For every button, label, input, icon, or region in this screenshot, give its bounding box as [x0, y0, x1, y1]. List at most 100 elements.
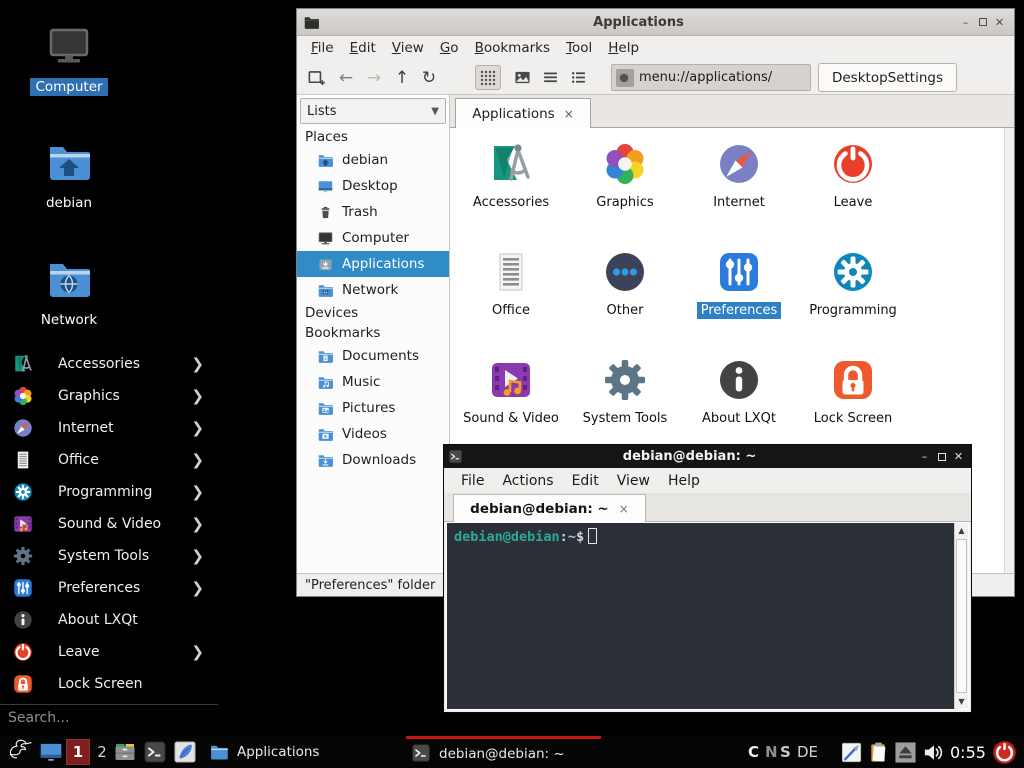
terminal-screen[interactable]: debian@debian:~$	[447, 523, 954, 709]
terminal-menu-help[interactable]: Help	[659, 473, 709, 489]
minimize-button[interactable]: –	[957, 15, 974, 30]
forward-button[interactable]: →	[361, 65, 387, 90]
close-button[interactable]: ✕	[991, 15, 1008, 30]
sidebar-item-trash[interactable]: Trash	[297, 199, 449, 225]
compact-view-button[interactable]	[537, 65, 563, 90]
task-button-debian-debian[interactable]: debian@debian: ~	[406, 736, 601, 768]
menu-item-lock-screen[interactable]: Lock Screen	[0, 668, 218, 700]
main-menu-button[interactable]	[6, 738, 34, 766]
new-tab-button[interactable]	[303, 65, 329, 90]
sidebar-section-places[interactable]: Places	[297, 127, 449, 147]
desktop-icon-network[interactable]: Network	[21, 255, 117, 329]
terminal-titlebar[interactable]: debian@debian: ~ – ✕	[444, 445, 971, 468]
terminal-menu-actions[interactable]: Actions	[493, 473, 562, 489]
maximize-button[interactable]	[933, 449, 950, 464]
menu-search-input[interactable]	[0, 705, 218, 731]
tray-eject-button[interactable]	[893, 740, 917, 764]
tab-applications[interactable]: Applications ×	[455, 98, 591, 128]
menu-item-accessories[interactable]: Accessories❯	[0, 348, 218, 380]
app-item-internet[interactable]: Internet	[683, 140, 795, 211]
app-item-leave[interactable]: Leave	[797, 140, 909, 211]
app-item-system-tools[interactable]: System Tools	[569, 356, 681, 427]
menu-item-preferences[interactable]: Preferences❯	[0, 572, 218, 604]
sidebar-item-videos[interactable]: Videos	[297, 421, 449, 447]
up-button[interactable]: ↑	[389, 65, 415, 90]
kbd-indicator-n[interactable]: N	[765, 736, 778, 768]
sidebar-item-network[interactable]: Network	[297, 277, 449, 303]
tray-screenshot-button[interactable]	[839, 740, 863, 764]
sidebar-item-applications[interactable]: Applications	[297, 251, 449, 277]
app-item-graphics[interactable]: Graphics	[569, 140, 681, 211]
menu-item-internet[interactable]: Internet❯	[0, 412, 218, 444]
refresh-button[interactable]: ↻	[416, 65, 442, 90]
thumbnail-view-button[interactable]	[509, 65, 535, 90]
sidebar-item-debian[interactable]: debian	[297, 147, 449, 173]
quick-launch-file-manager[interactable]	[112, 739, 138, 765]
fm-menu-tool[interactable]: Tool	[558, 40, 600, 56]
fm-menu-view[interactable]: View	[384, 40, 432, 56]
sidebar-item-music[interactable]: Music	[297, 369, 449, 395]
detailed-view-button[interactable]	[565, 65, 591, 90]
scroll-up-icon[interactable]: ▲	[955, 523, 968, 538]
maximize-button[interactable]	[974, 15, 991, 30]
app-item-office[interactable]: Office	[455, 248, 567, 319]
close-button[interactable]: ✕	[950, 449, 967, 464]
fm-menu-help[interactable]: Help	[600, 40, 647, 56]
app-item-sound-video[interactable]: Sound & Video	[455, 356, 567, 427]
app-item-accessories[interactable]: Accessories	[455, 140, 567, 211]
vertical-scrollbar[interactable]	[1004, 128, 1014, 573]
desktop-icon-debian[interactable]: debian	[21, 138, 117, 212]
sidebar-item-desktop[interactable]: Desktop	[297, 173, 449, 199]
kbd-indicator-s[interactable]: S	[780, 736, 791, 768]
tray-volume-button[interactable]	[921, 740, 945, 764]
scroll-down-icon[interactable]: ▼	[955, 694, 968, 709]
clock[interactable]: 0:55	[950, 736, 986, 768]
app-item-other[interactable]: Other	[569, 248, 681, 319]
address-bar[interactable]: menu://applications/	[611, 64, 811, 91]
task-button-applications[interactable]: Applications	[204, 736, 399, 768]
kbd-indicator-c[interactable]: C	[748, 736, 759, 768]
menu-item-office[interactable]: Office❯	[0, 444, 218, 476]
lists-combobox[interactable]: Lists ▼	[300, 98, 446, 124]
app-item-about-lxqt[interactable]: About LXQt	[683, 356, 795, 427]
file-manager-titlebar[interactable]: Applications – ✕	[297, 9, 1014, 36]
desktop-settings-button[interactable]: DesktopSettings	[818, 63, 957, 92]
terminal-menu-file[interactable]: File	[452, 473, 493, 489]
sidebar-section-devices[interactable]: Devices	[297, 303, 449, 323]
fm-menu-edit[interactable]: Edit	[342, 40, 384, 56]
minimize-button[interactable]: –	[916, 449, 933, 464]
back-button[interactable]: ←	[333, 65, 359, 90]
terminal-menu-view[interactable]: View	[608, 473, 659, 489]
sidebar-item-pictures[interactable]: Pictures	[297, 395, 449, 421]
sidebar-section-bookmarks[interactable]: Bookmarks	[297, 323, 449, 343]
fm-menu-bookmarks[interactable]: Bookmarks	[467, 40, 558, 56]
show-desktop-button[interactable]	[38, 740, 64, 764]
fm-menu-go[interactable]: Go	[432, 40, 467, 56]
sidebar-item-computer[interactable]: Computer	[297, 225, 449, 251]
menu-item-sound-video[interactable]: Sound & Video❯	[0, 508, 218, 540]
workspace-2-button[interactable]: 2	[94, 739, 110, 765]
quick-launch-terminal[interactable]	[142, 739, 168, 765]
icon-view-button[interactable]	[475, 65, 501, 90]
keyboard-layout-indicator[interactable]: DE	[797, 736, 818, 768]
menu-item-programming[interactable]: Programming❯	[0, 476, 218, 508]
quick-launch-text-editor[interactable]	[172, 739, 198, 765]
menu-item-about-lxqt[interactable]: About LXQt	[0, 604, 218, 636]
sidebar-item-downloads[interactable]: Downloads	[297, 447, 449, 473]
fm-menu-file[interactable]: File	[303, 40, 342, 56]
app-item-programming[interactable]: Programming	[797, 248, 909, 319]
menu-item-leave[interactable]: Leave❯	[0, 636, 218, 668]
menu-item-system-tools[interactable]: System Tools❯	[0, 540, 218, 572]
app-item-lock-screen[interactable]: Lock Screen	[797, 356, 909, 427]
terminal-tab[interactable]: debian@debian: ~ ×	[453, 494, 646, 522]
menu-item-graphics[interactable]: Graphics❯	[0, 380, 218, 412]
workspace-1-button[interactable]: 1	[66, 739, 90, 765]
terminal-menu-edit[interactable]: Edit	[563, 473, 608, 489]
desktop-icon-computer[interactable]: Computer	[21, 22, 117, 96]
tab-close-icon[interactable]: ×	[619, 502, 629, 516]
tray-clipboard-button[interactable]	[866, 740, 890, 764]
power-button[interactable]	[991, 739, 1018, 766]
tab-close-icon[interactable]: ×	[564, 107, 574, 121]
terminal-scrollbar[interactable]: ▲ ▼	[954, 523, 968, 709]
sidebar-item-documents[interactable]: Documents	[297, 343, 449, 369]
